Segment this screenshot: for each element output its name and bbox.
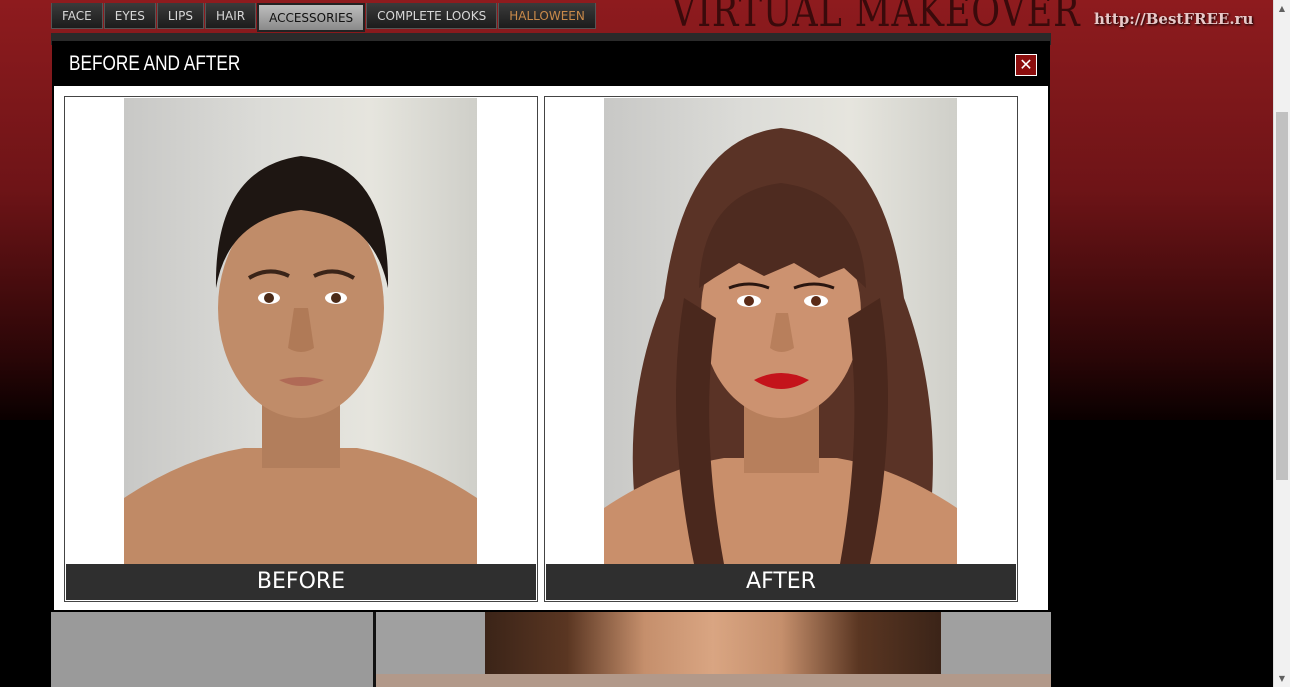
category-tabs: FACE EYES LIPS HAIR ACCESSORIES COMPLETE… — [51, 3, 597, 32]
before-after-dialog: BEFORE AND AFTER ✕ BEFORE AFTER — [52, 41, 1050, 612]
after-panel: AFTER — [544, 96, 1018, 602]
brand-title: VIRTUAL MAKEOVER — [671, 0, 1081, 37]
page-scrollbar[interactable]: ▲ ▼ — [1273, 0, 1290, 687]
tab-eyes[interactable]: EYES — [103, 3, 156, 29]
dialog-header: BEFORE AND AFTER ✕ — [54, 43, 1048, 86]
watermark-link: http://BestFREE.ru — [1094, 10, 1254, 28]
before-photo — [124, 98, 477, 564]
before-panel: BEFORE — [64, 96, 538, 602]
preview-photo — [485, 612, 941, 674]
tab-halloween[interactable]: HALLOWEEN — [498, 3, 596, 29]
before-label: BEFORE — [66, 564, 536, 600]
preview-footer — [376, 674, 1051, 687]
scroll-up-arrow-icon[interactable]: ▲ — [1274, 0, 1290, 17]
tab-complete-looks[interactable]: COMPLETE LOOKS — [366, 3, 498, 29]
scroll-down-arrow-icon[interactable]: ▼ — [1274, 670, 1290, 687]
tab-hair[interactable]: HAIR — [204, 3, 257, 29]
scroll-thumb[interactable] — [1276, 112, 1288, 480]
dialog-title: BEFORE AND AFTER — [69, 52, 241, 75]
close-icon[interactable]: ✕ — [1015, 54, 1037, 76]
tab-accessories[interactable]: ACCESSORIES — [257, 3, 366, 32]
after-label: AFTER — [546, 564, 1016, 600]
after-photo — [604, 98, 957, 564]
tab-lips[interactable]: LIPS — [156, 3, 204, 29]
options-panel — [51, 612, 373, 687]
tab-face[interactable]: FACE — [51, 3, 103, 29]
